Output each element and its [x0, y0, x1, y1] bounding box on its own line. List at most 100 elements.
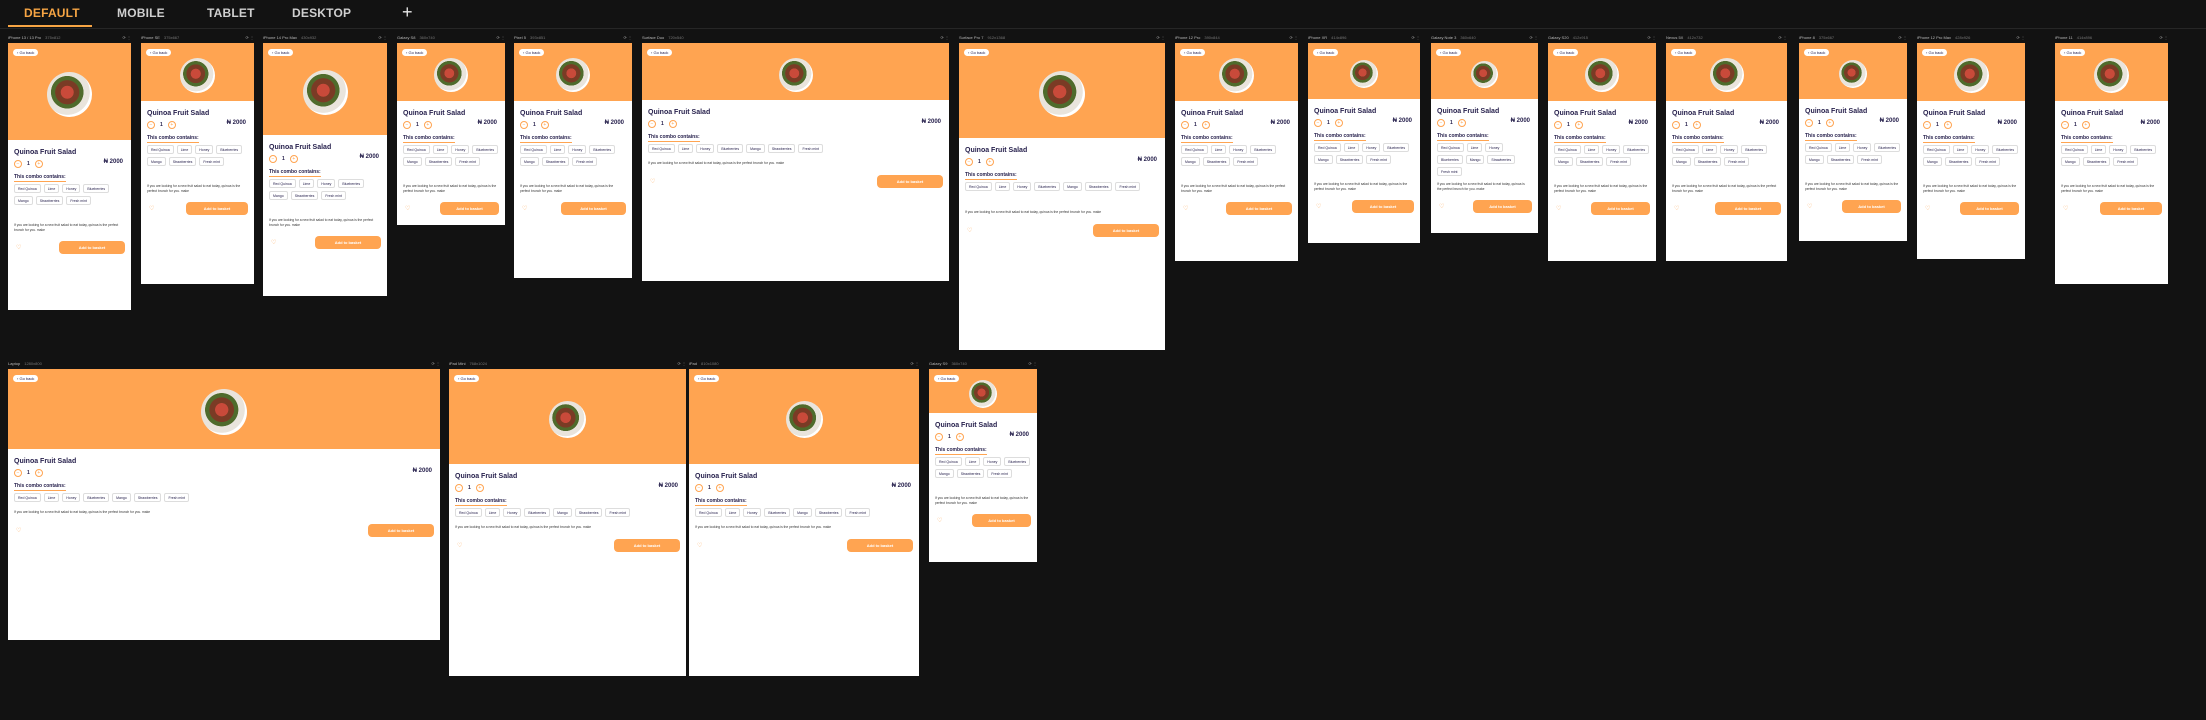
frame-options-icon[interactable]: ⟳ ⋮: [2017, 35, 2025, 40]
add-to-basket-button[interactable]: Add to basket: [1960, 202, 2019, 215]
increase-quantity-button[interactable]: +: [1692, 121, 1701, 129]
tab-mobile[interactable]: MOBILE: [117, 6, 165, 20]
heart-icon[interactable]: ♡: [2063, 205, 2068, 212]
heart-icon[interactable]: ♡: [16, 244, 21, 251]
increase-quantity-button[interactable]: +: [1825, 119, 1834, 127]
heart-icon[interactable]: ♡: [650, 178, 655, 185]
heart-icon[interactable]: ♡: [405, 205, 410, 212]
add-to-basket-button[interactable]: Add to basket: [186, 202, 248, 215]
add-to-basket-button[interactable]: Add to basket: [368, 524, 434, 537]
decrease-quantity-button[interactable]: −: [695, 484, 703, 492]
frame-options-icon[interactable]: ⟳ ⋮: [1029, 361, 1037, 366]
tab-tablet[interactable]: TABLET: [207, 6, 255, 20]
go-back-button[interactable]: ‹ Go back: [964, 49, 990, 56]
tab-desktop[interactable]: DESKTOP: [292, 6, 351, 20]
increase-quantity-button[interactable]: +: [1334, 119, 1343, 127]
decrease-quantity-button[interactable]: −: [1181, 121, 1189, 129]
decrease-quantity-button[interactable]: −: [1314, 119, 1322, 127]
frame-options-icon[interactable]: ⟳ ⋮: [1412, 35, 1420, 40]
frame-options-icon[interactable]: ⟳ ⋮: [497, 35, 505, 40]
add-to-basket-button[interactable]: Add to basket: [877, 175, 943, 188]
heart-icon[interactable]: ♡: [16, 527, 21, 534]
add-to-basket-button[interactable]: Add to basket: [1352, 200, 1414, 213]
heart-icon[interactable]: ♡: [457, 542, 462, 549]
decrease-quantity-button[interactable]: −: [14, 469, 22, 477]
decrease-quantity-button[interactable]: −: [648, 120, 656, 128]
decrease-quantity-button[interactable]: −: [403, 121, 411, 129]
increase-quantity-button[interactable]: +: [1457, 119, 1466, 127]
go-back-button[interactable]: ‹ Go back: [13, 49, 39, 56]
decrease-quantity-button[interactable]: −: [1923, 121, 1931, 129]
increase-quantity-button[interactable]: +: [475, 484, 484, 492]
go-back-button[interactable]: ‹ Go back: [13, 375, 39, 382]
go-back-button[interactable]: ‹ Go back: [1804, 49, 1830, 56]
add-to-basket-button[interactable]: Add to basket: [59, 241, 125, 254]
frame-options-icon[interactable]: ⟳ ⋮: [624, 35, 632, 40]
increase-quantity-button[interactable]: +: [668, 120, 677, 128]
add-to-basket-button[interactable]: Add to basket: [614, 539, 680, 552]
go-back-button[interactable]: ‹ Go back: [1313, 49, 1339, 56]
add-tab-button[interactable]: +: [402, 2, 413, 23]
frame-options-icon[interactable]: ⟳ ⋮: [1779, 35, 1787, 40]
decrease-quantity-button[interactable]: −: [1672, 121, 1680, 129]
frame-options-icon[interactable]: ⟳ ⋮: [2160, 35, 2168, 40]
increase-quantity-button[interactable]: +: [955, 433, 964, 441]
heart-icon[interactable]: ♡: [1925, 205, 1930, 212]
add-to-basket-button[interactable]: Add to basket: [1226, 202, 1292, 215]
frame-options-icon[interactable]: ⟳ ⋮: [1899, 35, 1907, 40]
decrease-quantity-button[interactable]: −: [269, 155, 277, 163]
add-to-basket-button[interactable]: Add to basket: [440, 202, 499, 215]
go-back-button[interactable]: ‹ Go back: [2060, 49, 2086, 56]
frame-options-icon[interactable]: ⟳ ⋮: [941, 35, 949, 40]
add-to-basket-button[interactable]: Add to basket: [847, 539, 913, 552]
decrease-quantity-button[interactable]: −: [2061, 121, 2069, 129]
decrease-quantity-button[interactable]: −: [147, 121, 155, 129]
go-back-button[interactable]: ‹ Go back: [1180, 49, 1206, 56]
add-to-basket-button[interactable]: Add to basket: [1842, 200, 1901, 213]
heart-icon[interactable]: ♡: [1439, 203, 1444, 210]
heart-icon[interactable]: ♡: [697, 542, 702, 549]
decrease-quantity-button[interactable]: −: [1437, 119, 1445, 127]
add-to-basket-button[interactable]: Add to basket: [561, 202, 626, 215]
go-back-button[interactable]: ‹ Go back: [1553, 49, 1579, 56]
go-back-button[interactable]: ‹ Go back: [1671, 49, 1697, 56]
frame-options-icon[interactable]: ⟳ ⋮: [1648, 35, 1656, 40]
decrease-quantity-button[interactable]: −: [520, 121, 528, 129]
increase-quantity-button[interactable]: +: [1574, 121, 1583, 129]
increase-quantity-button[interactable]: +: [423, 121, 432, 129]
heart-icon[interactable]: ♡: [149, 205, 154, 212]
increase-quantity-button[interactable]: +: [289, 155, 298, 163]
go-back-button[interactable]: ‹ Go back: [934, 375, 960, 382]
go-back-button[interactable]: ‹ Go back: [146, 49, 172, 56]
add-to-basket-button[interactable]: Add to basket: [1473, 200, 1532, 213]
add-to-basket-button[interactable]: Add to basket: [1093, 224, 1159, 237]
heart-icon[interactable]: ♡: [1807, 203, 1812, 210]
decrease-quantity-button[interactable]: −: [965, 158, 973, 166]
frame-options-icon[interactable]: ⟳ ⋮: [432, 361, 440, 366]
frame-options-icon[interactable]: ⟳ ⋮: [1530, 35, 1538, 40]
frame-options-icon[interactable]: ⟳ ⋮: [678, 361, 686, 366]
frame-options-icon[interactable]: ⟳ ⋮: [123, 35, 131, 40]
decrease-quantity-button[interactable]: −: [455, 484, 463, 492]
go-back-button[interactable]: ‹ Go back: [694, 375, 720, 382]
frame-options-icon[interactable]: ⟳ ⋮: [246, 35, 254, 40]
increase-quantity-button[interactable]: +: [34, 160, 43, 168]
add-to-basket-button[interactable]: Add to basket: [972, 514, 1031, 527]
decrease-quantity-button[interactable]: −: [14, 160, 22, 168]
add-to-basket-button[interactable]: Add to basket: [315, 236, 381, 249]
heart-icon[interactable]: ♡: [1556, 205, 1561, 212]
increase-quantity-button[interactable]: +: [167, 121, 176, 129]
heart-icon[interactable]: ♡: [1183, 205, 1188, 212]
increase-quantity-button[interactable]: +: [715, 484, 724, 492]
add-to-basket-button[interactable]: Add to basket: [1715, 202, 1781, 215]
increase-quantity-button[interactable]: +: [2081, 121, 2090, 129]
heart-icon[interactable]: ♡: [967, 227, 972, 234]
go-back-button[interactable]: ‹ Go back: [454, 375, 480, 382]
tab-default[interactable]: DEFAULT: [24, 6, 80, 20]
decrease-quantity-button[interactable]: −: [1805, 119, 1813, 127]
heart-icon[interactable]: ♡: [1674, 205, 1679, 212]
heart-icon[interactable]: ♡: [1316, 203, 1321, 210]
decrease-quantity-button[interactable]: −: [935, 433, 943, 441]
go-back-button[interactable]: ‹ Go back: [647, 49, 673, 56]
go-back-button[interactable]: ‹ Go back: [519, 49, 545, 56]
